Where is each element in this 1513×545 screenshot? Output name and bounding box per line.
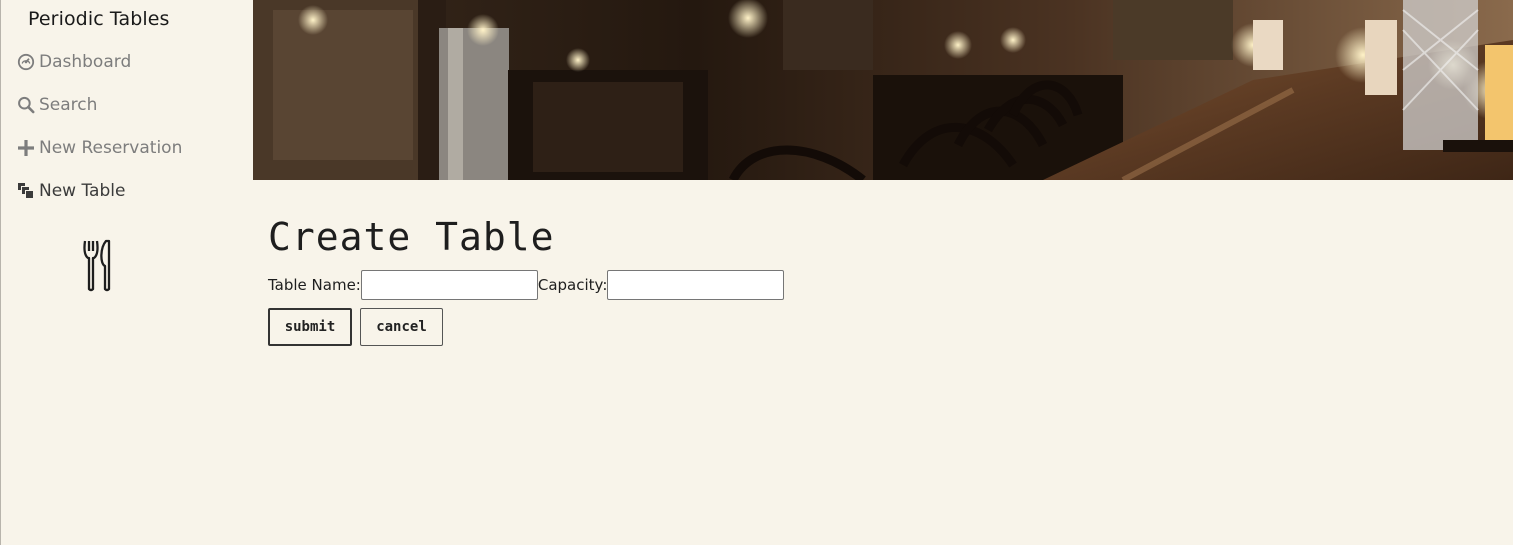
restaurant-interior-photo — [253, 0, 1513, 180]
sidebar-item-new-reservation[interactable]: New Reservation — [16, 138, 182, 158]
plus-icon — [16, 139, 35, 158]
table-stack-icon — [16, 182, 35, 201]
table-name-input[interactable] — [360, 270, 538, 300]
sidebar-item-label: Dashboard — [39, 52, 132, 72]
page-title: Create Table — [268, 215, 555, 259]
sidebar-item-search[interactable]: Search — [16, 95, 97, 115]
create-table-form: Table Name: Capacity: — [268, 270, 785, 300]
capacity-input[interactable] — [607, 270, 785, 300]
sidebar-item-label: Search — [39, 95, 98, 115]
app-window: Periodic Tables Dashboard Search New Res… — [0, 0, 1513, 545]
brand-title[interactable]: Periodic Tables — [28, 8, 170, 30]
capacity-label: Capacity: — [537, 276, 608, 294]
sidebar-item-label: New Table — [39, 181, 126, 201]
cancel-button[interactable]: cancel — [360, 308, 443, 346]
sidebar: Periodic Tables Dashboard Search New Res… — [0, 0, 253, 545]
form-actions: submit cancel — [268, 308, 443, 346]
submit-button[interactable]: submit — [268, 308, 352, 346]
main-content: Create Table Table Name: Capacity: submi… — [268, 212, 785, 346]
sidebar-item-label: New Reservation — [39, 138, 183, 158]
dashboard-icon — [16, 53, 35, 72]
sidebar-item-new-table[interactable]: New Table — [16, 181, 125, 201]
sidebar-item-dashboard[interactable]: Dashboard — [16, 52, 131, 72]
table-name-label: Table Name: — [268, 276, 361, 294]
search-icon — [16, 96, 35, 115]
fork-knife-icon — [80, 238, 116, 294]
